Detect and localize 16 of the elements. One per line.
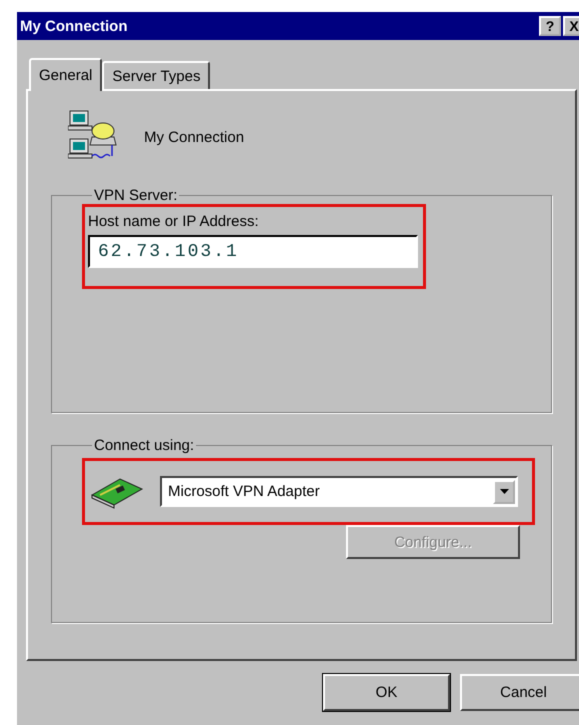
ok-button[interactable]: OK xyxy=(323,674,450,711)
adapter-dropdown[interactable]: Microsoft VPN Adapter xyxy=(160,476,518,507)
host-input-field[interactable]: 62.73.103.1 xyxy=(88,235,418,268)
group-title: VPN Server: xyxy=(93,187,178,204)
dropdown-arrow-button[interactable] xyxy=(493,480,515,504)
field-label: Host name or IP Address: xyxy=(88,213,259,230)
window-title: My Connection xyxy=(20,18,128,34)
caret-icon xyxy=(500,489,508,494)
cancel-button[interactable]: Cancel xyxy=(460,674,579,711)
tab[interactable]: Server Types xyxy=(102,61,210,89)
dropdown-value: Microsoft VPN Adapter xyxy=(168,483,320,500)
close-button[interactable]: X xyxy=(563,16,579,36)
connection-name: My Connection xyxy=(144,128,244,146)
group-title: Connect using: xyxy=(93,437,196,454)
tab[interactable]: General xyxy=(29,58,102,91)
help-button[interactable]: ? xyxy=(539,16,561,36)
